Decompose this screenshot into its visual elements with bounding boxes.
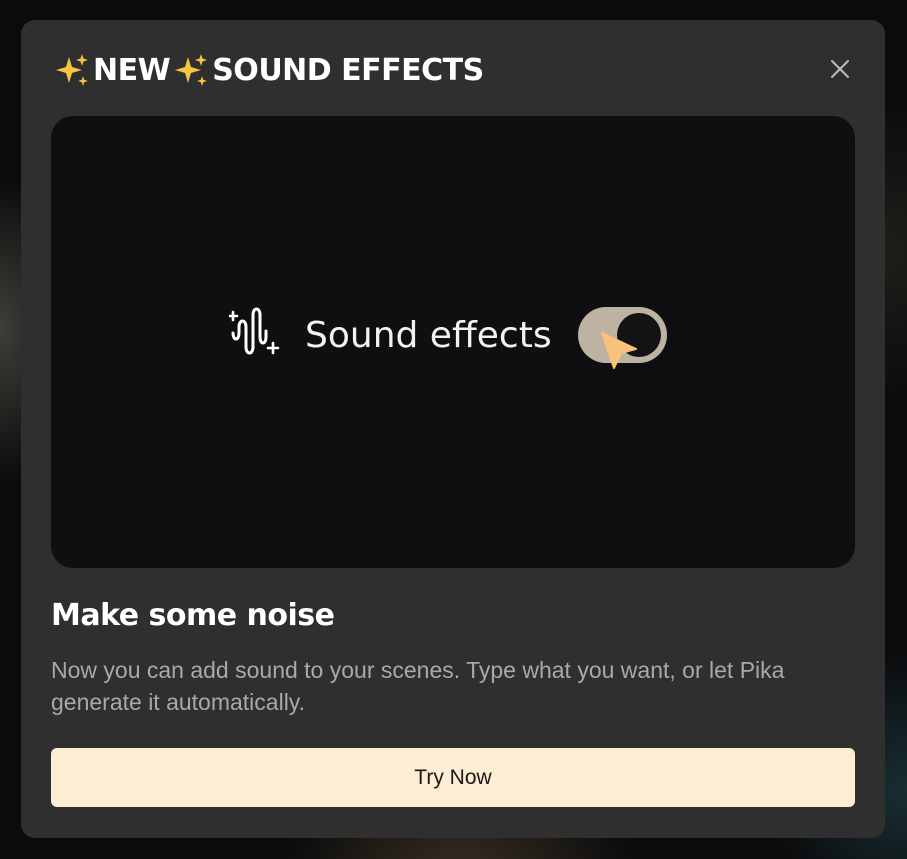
pointer-cursor-icon [600, 332, 637, 369]
title-feature-name: SOUND EFFECTS [212, 52, 484, 88]
try-now-button[interactable]: Try Now [51, 748, 855, 807]
feature-preview: Sound effects [51, 116, 855, 568]
close-button[interactable] [825, 54, 855, 84]
headline: Make some noise [51, 598, 335, 633]
description: Now you can add sound to your scenes. Ty… [51, 657, 785, 715]
close-icon [831, 60, 849, 78]
sound-effects-announcement-modal: NEW SOUND EFFECTS Sound effects Make som… [21, 20, 885, 838]
sound-wave-sparkle-icon [229, 307, 280, 355]
modal-title: NEW SOUND EFFECTS [55, 50, 484, 90]
sound-effects-label: Sound effects [305, 314, 552, 356]
title-new-word: NEW [93, 52, 171, 88]
sound-effects-toggle[interactable] [577, 307, 667, 369]
sound-effects-setting-row: Sound effects [229, 304, 667, 369]
sparkles-icon [175, 54, 208, 86]
sparkles-icon [56, 54, 88, 86]
